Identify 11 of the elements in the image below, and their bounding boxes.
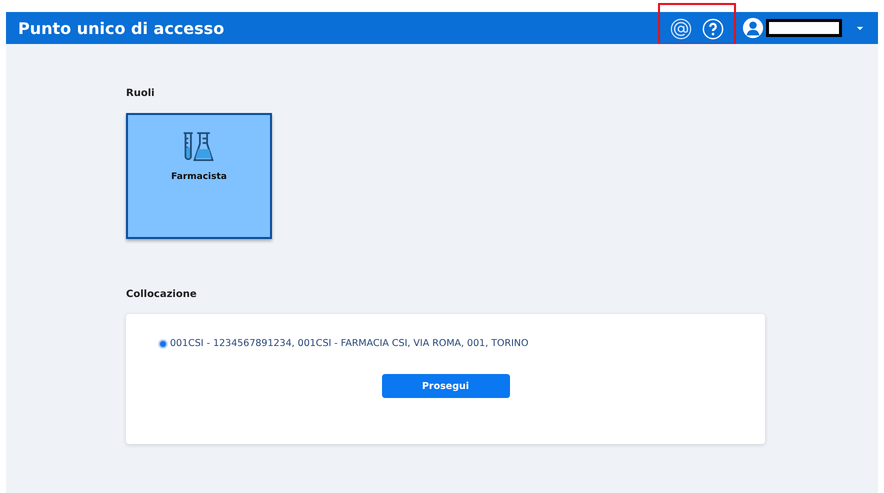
location-option[interactable]: 001CSI - 1234567891234, 001CSI - FARMACIA CSI, VIA ROMA, 001, TORINO	[170, 338, 528, 349]
user-icon[interactable]	[742, 17, 764, 39]
section-heading: Ruoli	[126, 88, 156, 99]
role-card[interactable]: Farmacista	[126, 113, 272, 239]
caret-icon[interactable]	[856, 26, 864, 30]
continue-button[interactable]: Prosegui	[382, 374, 510, 398]
app-title: Punto unico di accesso	[18, 18, 224, 38]
email-icon[interactable]	[670, 18, 692, 40]
radio-button[interactable]	[159, 340, 167, 348]
help-icon[interactable]	[702, 18, 724, 40]
section-heading: Collocazione	[126, 289, 198, 300]
